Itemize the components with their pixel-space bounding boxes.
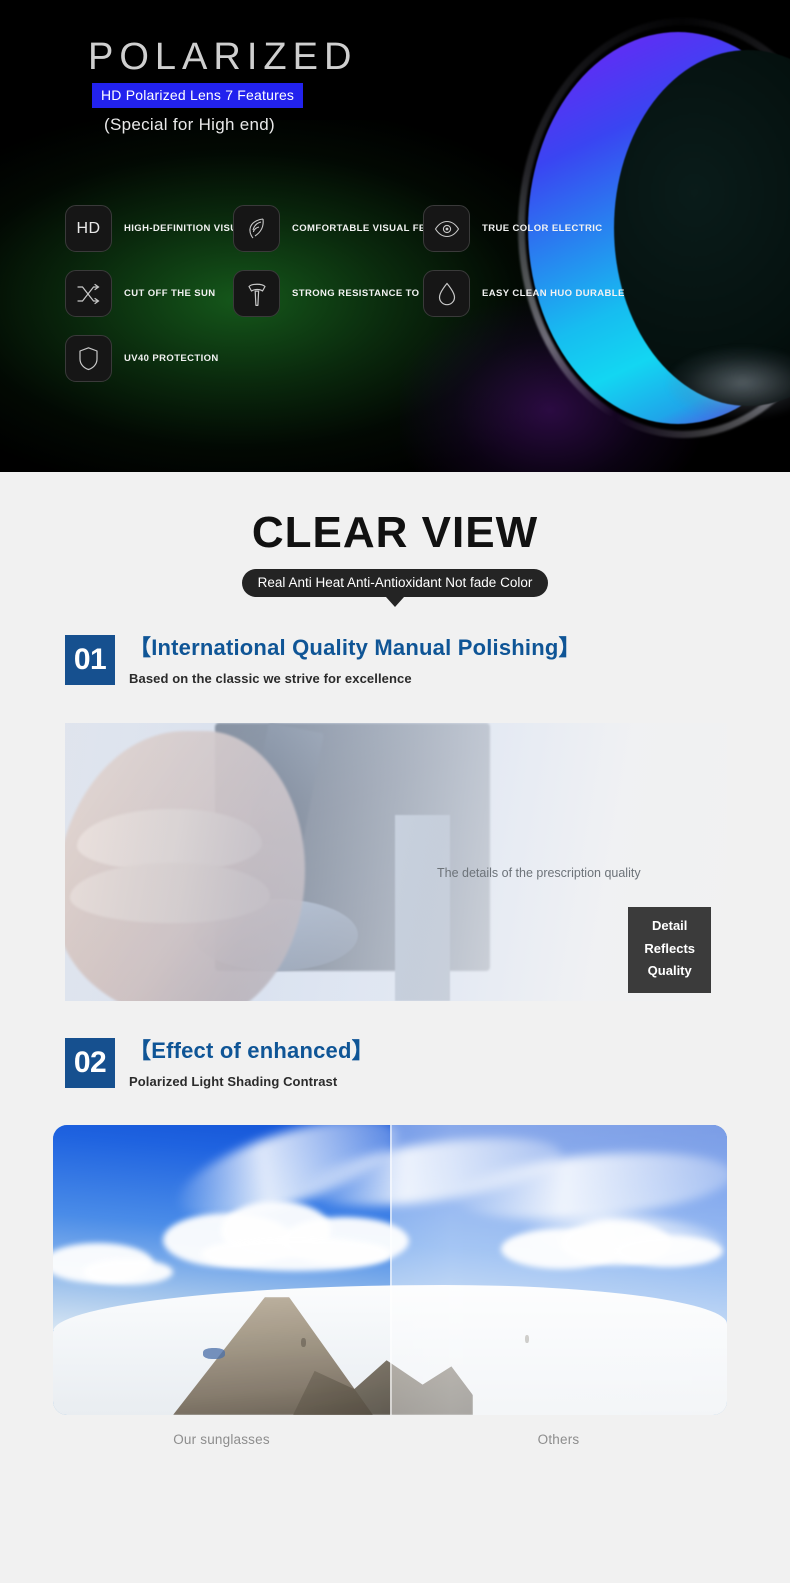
box-line: Reflects [644, 940, 695, 956]
feature-item-hd: HD HIGH-DEFINITION VISUAL [65, 205, 251, 252]
feature-label: CUT OFF THE SUN [124, 288, 216, 299]
purple-glow-decoration [400, 300, 700, 472]
shield-icon [65, 335, 112, 382]
polishing-photo: The details of the prescription quality … [65, 723, 727, 1001]
feature-label: TRUE COLOR ELECTRIC [482, 223, 603, 234]
feature-item-cut-sun: CUT OFF THE SUN [65, 270, 216, 317]
section-number-badge: 01 [65, 635, 115, 685]
hero-badge: HD Polarized Lens 7 Features [92, 83, 304, 108]
figure-speck [301, 1338, 306, 1347]
hd-icon: HD [65, 205, 112, 252]
photo-caption: The details of the prescription quality [437, 866, 641, 880]
box-line: Quality [647, 963, 692, 979]
clear-view-heading: CLEAR VIEW [251, 508, 539, 557]
product-infographic-page: POLARIZED HD Polarized Lens 7 Features (… [0, 0, 790, 1583]
cumulus-cloud [201, 1237, 391, 1271]
feature-item-uv-protection: UV40 PROTECTION [65, 335, 219, 382]
blue-object [203, 1348, 225, 1359]
comparison-label-others: Others [537, 1432, 580, 1447]
shuffle-arrows-icon [65, 270, 112, 317]
section-header-01: 01 【International Quality Manual Polishi… [65, 635, 581, 686]
section-header-02: 02 【Effect of enhanced】 Polarized Light … [65, 1038, 374, 1089]
feature-item-easy-clean: EASY CLEAN HUO DURABLE [423, 270, 625, 317]
lens-highlight [668, 348, 790, 418]
section-subtitle: Based on the classic we strive for excel… [129, 671, 412, 687]
section-title: 【International Quality Manual Polishing】 [129, 635, 581, 660]
feature-item-true-color: TRUE COLOR ELECTRIC [423, 205, 603, 252]
feature-label: EASY CLEAN HUO DURABLE [482, 288, 625, 299]
polarized-comparison-photo [53, 1125, 727, 1415]
box-line: Detail [652, 917, 688, 933]
water-drop-icon [423, 270, 470, 317]
figure-speck [525, 1335, 529, 1343]
clear-view-badge-text: Real Anti Heat Anti-Antioxidant Not fade… [241, 569, 549, 597]
section-title: 【Effect of enhanced】 [129, 1038, 374, 1063]
hero-title: POLARIZED [88, 36, 358, 78]
detail-reflects-quality-box: Detail Reflects Quality [628, 906, 711, 993]
clear-view-badge: Real Anti Heat Anti-Antioxidant Not fade… [0, 569, 790, 607]
cumulus-cloud [83, 1259, 173, 1285]
hd-icon-text: HD [76, 219, 101, 237]
badge-pointer-triangle [386, 597, 404, 607]
comparison-labels: Our sunglasses Others [53, 1432, 727, 1447]
feature-label: UV40 PROTECTION [124, 353, 219, 364]
hero-subtitle: (Special for High end) [104, 115, 276, 134]
leaf-icon [233, 205, 280, 252]
hammer-icon [233, 270, 280, 317]
hero-section: POLARIZED HD Polarized Lens 7 Features (… [0, 0, 790, 472]
section-number-badge: 02 [65, 1038, 115, 1088]
feature-label: HIGH-DEFINITION VISUAL [124, 223, 252, 234]
eye-icon [423, 205, 470, 252]
comparison-label-ours: Our sunglasses [173, 1432, 270, 1447]
section-subtitle: Polarized Light Shading Contrast [129, 1074, 338, 1090]
cumulus-cloud [613, 1235, 723, 1267]
